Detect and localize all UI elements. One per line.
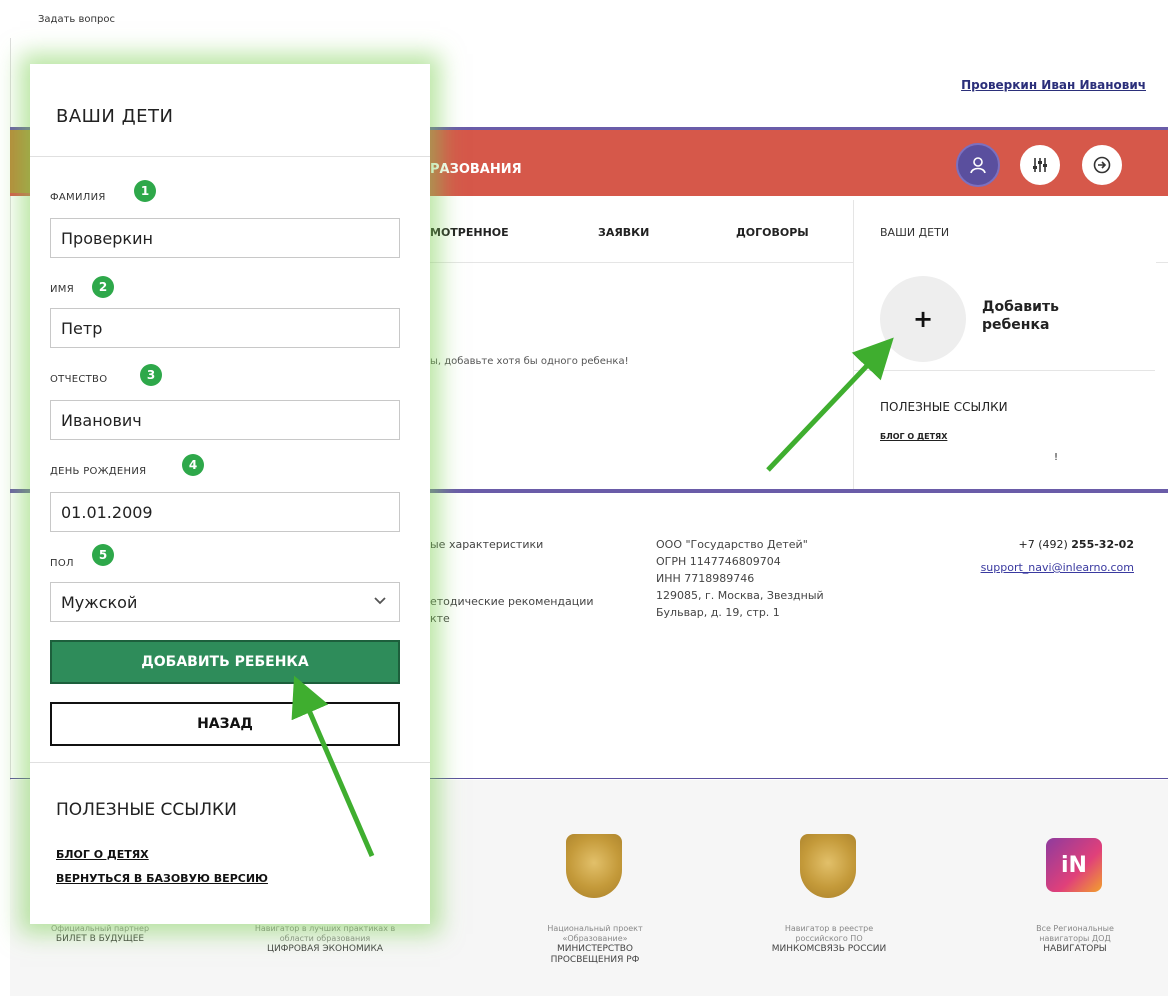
annotation-arrows <box>291 337 894 857</box>
arrow-to-add-button <box>291 675 375 857</box>
arrow-to-add-child <box>766 337 894 472</box>
